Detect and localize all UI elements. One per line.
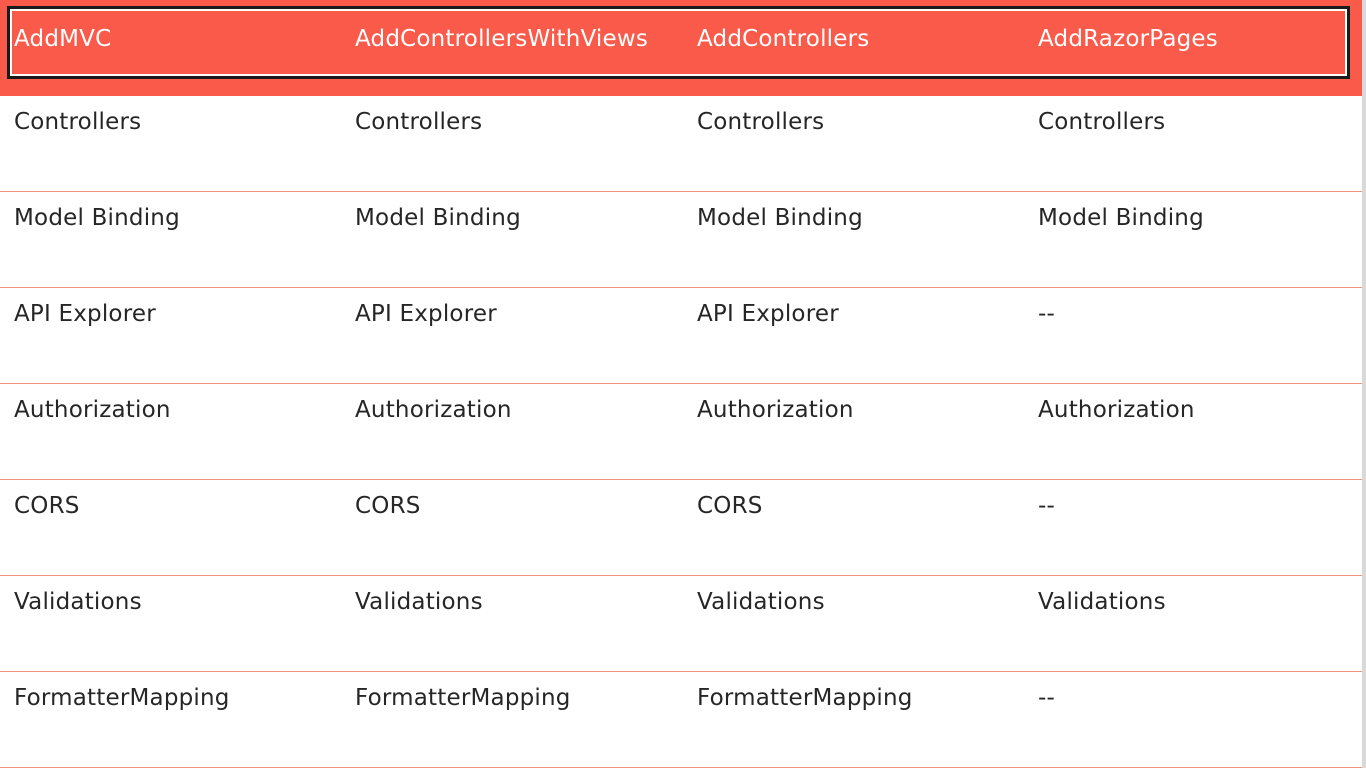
table-row: FormatterMapping FormatterMapping Format… <box>0 672 1366 768</box>
table-cell: Controllers <box>355 109 483 135</box>
table-cell: CORS <box>697 493 763 519</box>
table-row: Authorization Authorization Authorizatio… <box>0 384 1366 480</box>
header-cell-addrazorpages: AddRazorPages <box>1038 26 1218 52</box>
table-cell: FormatterMapping <box>355 685 571 711</box>
table-cell: Model Binding <box>1038 205 1204 231</box>
table-cell: -- <box>1038 301 1055 327</box>
table-row: Controllers Controllers Controllers Cont… <box>0 96 1366 192</box>
table-row: Validations Validations Validations Vali… <box>0 576 1366 672</box>
right-edge-strip <box>1362 0 1366 768</box>
header-cell-addcontrollerswithviews: AddControllersWithViews <box>355 26 649 52</box>
table-cell: API Explorer <box>697 301 839 327</box>
table-cell: CORS <box>355 493 421 519</box>
table-header-row: AddMVC AddControllersWithViews AddContro… <box>0 0 1366 96</box>
table-cell: Model Binding <box>697 205 863 231</box>
table-cell: Authorization <box>355 397 512 423</box>
table-cell: -- <box>1038 685 1055 711</box>
table-cell: CORS <box>14 493 80 519</box>
table-row: CORS CORS CORS -- <box>0 480 1366 576</box>
table-cell: Validations <box>14 589 142 615</box>
table-cell: Controllers <box>14 109 142 135</box>
table-cell: API Explorer <box>355 301 497 327</box>
table-cell: API Explorer <box>14 301 156 327</box>
table-row: Model Binding Model Binding Model Bindin… <box>0 192 1366 288</box>
table-cell: Model Binding <box>14 205 180 231</box>
table-cell: Controllers <box>697 109 825 135</box>
table-cell: Model Binding <box>355 205 521 231</box>
table-cell: Authorization <box>1038 397 1195 423</box>
table-cell: FormatterMapping <box>14 685 230 711</box>
table-cell: -- <box>1038 493 1055 519</box>
header-cell-addcontrollers: AddControllers <box>697 26 870 52</box>
header-cell-addmvc: AddMVC <box>14 26 112 52</box>
slide: AddMVC AddControllersWithViews AddContro… <box>0 0 1366 768</box>
table-cell: Authorization <box>14 397 171 423</box>
table-row: API Explorer API Explorer API Explorer -… <box>0 288 1366 384</box>
table-cell: FormatterMapping <box>697 685 913 711</box>
table-cell: Validations <box>355 589 483 615</box>
table-cell: Validations <box>1038 589 1166 615</box>
table-cell: Controllers <box>1038 109 1166 135</box>
table-cell: Validations <box>697 589 825 615</box>
table-cell: Authorization <box>697 397 854 423</box>
